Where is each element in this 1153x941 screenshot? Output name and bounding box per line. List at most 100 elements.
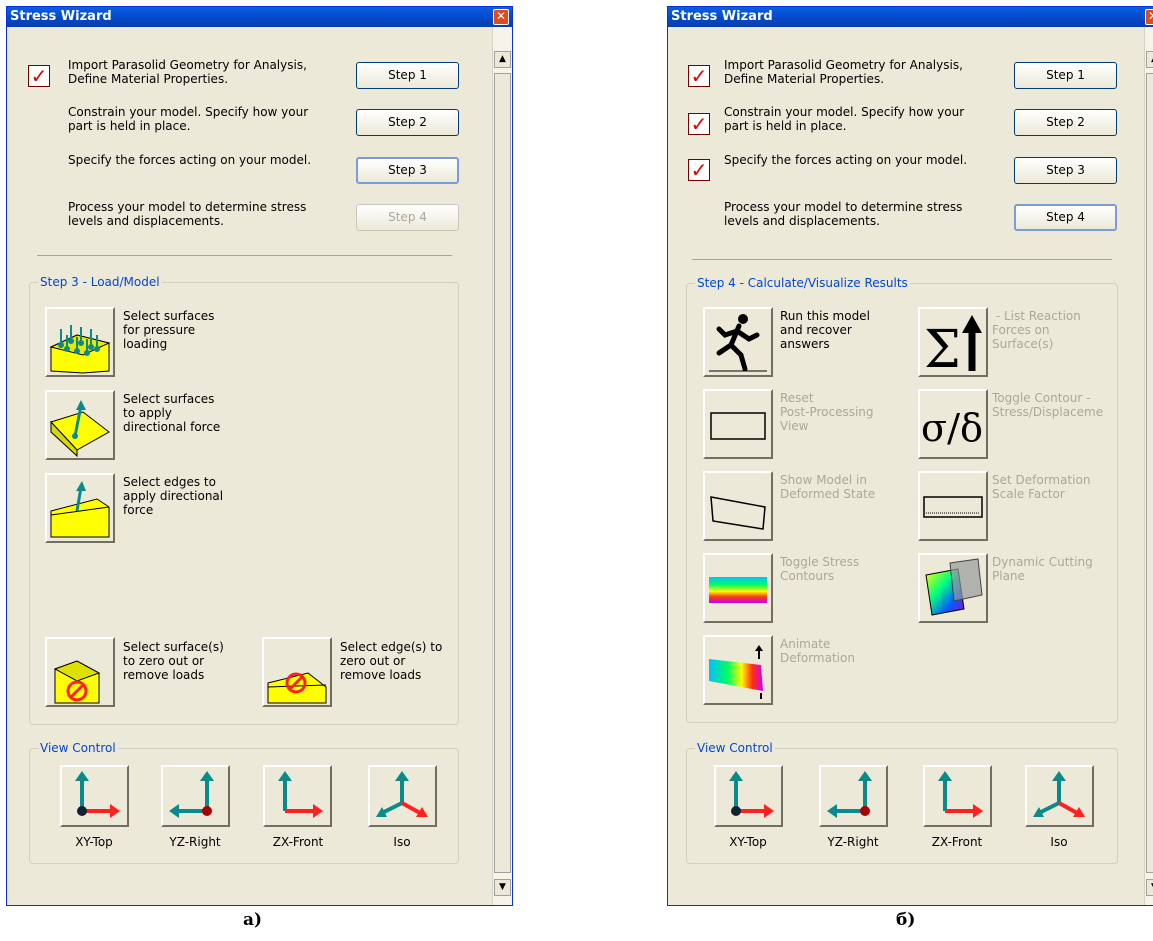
remove-edge-load-button[interactable]	[262, 637, 332, 707]
step-2-button[interactable]: Step 2	[1014, 109, 1117, 136]
window-title: Stress Wizard	[671, 9, 773, 24]
view-xy-top-label: XY-Top	[75, 835, 113, 849]
view-xy-top-button[interactable]	[714, 765, 783, 827]
close-button[interactable]: ✕	[1145, 9, 1153, 25]
view-zx-front-label: ZX-Front	[272, 835, 324, 849]
toggle-contour-label: Toggle Contour - Stress/Displaceme	[992, 391, 1104, 419]
step-3-description: Specify the forces acting on your model.	[68, 153, 312, 167]
vertical-scrollbar[interactable]: ▲ ▼	[1144, 27, 1153, 905]
step-1-check: ✓	[28, 65, 50, 87]
remove-edge-load-label: Select edge(s) to zero out or remove loa…	[340, 640, 443, 682]
window-title-bar[interactable]: Stress Wizard	[7, 7, 512, 27]
view-zx-front-button[interactable]	[263, 765, 332, 827]
view-yz-right-button[interactable]	[819, 765, 888, 827]
pressure-load-button[interactable]	[45, 307, 115, 377]
view-iso-button[interactable]	[368, 765, 437, 827]
remove-surface-load-label: Select surface(s) to zero out or remove …	[123, 640, 224, 682]
separator	[692, 259, 1112, 260]
cutting-plane-label: Dynamic Cutting Plane	[992, 555, 1093, 583]
deformation-scale-label: Set Deformation Scale Factor	[992, 473, 1091, 501]
yz-right-icon	[827, 771, 872, 818]
toggle-stress-contours-button[interactable]	[703, 553, 773, 623]
step-4-button[interactable]: Step 4	[1014, 204, 1117, 231]
runner-icon	[709, 314, 767, 372]
view-iso-button[interactable]	[1025, 765, 1094, 827]
list-reaction-forces-label: - List Reaction Forces on Surface(s)	[992, 309, 1081, 351]
surface-force-icon	[50, 400, 110, 458]
toggle-contour-button[interactable]: σ/δ	[918, 389, 988, 459]
scale-bar-icon	[923, 496, 983, 518]
view-control-title: View Control	[38, 741, 118, 755]
step-1-button[interactable]: Step 1	[1014, 62, 1117, 89]
edge-force-label: Select edges to apply directional force	[123, 475, 224, 517]
view-xy-top-button[interactable]	[60, 765, 129, 827]
view-yz-right-label: YZ-Right	[827, 835, 879, 849]
caption-a: а)	[243, 910, 263, 930]
reset-view-button[interactable]	[703, 389, 773, 459]
list-reaction-forces-button[interactable]: Σ	[918, 307, 988, 377]
step-4-description: Process your model to determine stress l…	[68, 200, 307, 228]
view-xy-top-label: XY-Top	[729, 835, 767, 849]
caption-b: б)	[896, 910, 916, 930]
step-3-check: ✓	[688, 159, 710, 181]
surface-force-label: Select surfaces to apply directional for…	[123, 392, 221, 434]
view-zx-front-button[interactable]	[923, 765, 992, 827]
cutting-plane-button[interactable]	[918, 553, 988, 623]
window-title: Stress Wizard	[10, 9, 112, 24]
yz-right-icon	[169, 771, 214, 818]
stress-wizard-window-a: Stress Wizard ✕ ✓ Import Parasolid Geome…	[6, 6, 513, 906]
run-model-label: Run this model and recover answers	[780, 309, 870, 351]
scroll-up-arrow[interactable]: ▲	[1146, 51, 1153, 68]
iso-icon	[1033, 771, 1085, 817]
step-2-button[interactable]: Step 2	[356, 109, 459, 136]
view-iso-label: Iso	[1050, 835, 1068, 849]
iso-icon	[376, 771, 428, 817]
step-3-button[interactable]: Step 3	[1014, 157, 1117, 184]
remove-surface-load-icon	[53, 660, 101, 704]
show-deformed-label: Show Model in Deformed State	[780, 473, 876, 501]
step-3-button[interactable]: Step 3	[356, 157, 459, 184]
scroll-up-arrow[interactable]: ▲	[494, 51, 511, 68]
step-1-description: Import Parasolid Geometry for Analysis, …	[724, 58, 963, 86]
show-deformed-button[interactable]	[703, 471, 773, 541]
stress-wizard-window-b: Stress Wizard ✕ ✓ Import Parasolid Geome…	[667, 6, 1153, 906]
deformation-scale-button[interactable]	[918, 471, 988, 541]
sigma-delta-icon: σ/δ	[921, 406, 983, 450]
scroll-thumb[interactable]	[494, 73, 511, 873]
group-title: Step 3 - Load/Model	[38, 275, 162, 289]
view-yz-right-button[interactable]	[161, 765, 230, 827]
separator	[37, 255, 452, 256]
step-1-button[interactable]: Step 1	[356, 62, 459, 89]
edge-force-button[interactable]	[45, 473, 115, 543]
group-title: Step 4 - Calculate/Visualize Results	[695, 276, 910, 290]
scroll-down-arrow[interactable]: ▼	[1146, 879, 1153, 896]
zx-front-icon	[278, 771, 323, 818]
rectangle-icon	[710, 412, 766, 440]
remove-surface-load-button[interactable]	[45, 637, 115, 707]
animate-icon	[709, 645, 763, 699]
step-1-description: Import Parasolid Geometry for Analysis, …	[68, 58, 307, 86]
scroll-thumb[interactable]	[1146, 73, 1153, 873]
edge-force-icon	[50, 481, 110, 538]
toggle-stress-contours-label: Toggle Stress Contours	[780, 555, 860, 583]
scroll-down-arrow[interactable]: ▼	[494, 879, 511, 896]
animate-deformation-button[interactable]	[703, 635, 773, 705]
xy-top-icon	[75, 771, 120, 818]
window-title-bar[interactable]: Stress Wizard	[668, 7, 1153, 27]
view-yz-right-label: YZ-Right	[169, 835, 221, 849]
deformed-rect-icon	[710, 496, 766, 530]
vertical-scrollbar[interactable]: ▲ ▼	[492, 27, 512, 905]
cutting-plane-icon	[925, 558, 983, 616]
stress-contour-icon	[709, 577, 767, 603]
step-4-button: Step 4	[356, 204, 459, 231]
view-zx-front-label: ZX-Front	[931, 835, 983, 849]
animate-deformation-label: Animate Deformation	[780, 637, 855, 665]
close-button[interactable]: ✕	[493, 9, 509, 25]
run-model-button[interactable]	[703, 307, 773, 377]
zx-front-icon	[938, 771, 983, 818]
pressure-load-label: Select surfaces for pressure loading	[123, 309, 215, 351]
step-2-description: Constrain your model. Specify how your p…	[68, 105, 309, 133]
surface-force-button[interactable]	[45, 390, 115, 460]
step-4-description: Process your model to determine stress l…	[724, 200, 963, 228]
step-2-check: ✓	[688, 113, 710, 135]
